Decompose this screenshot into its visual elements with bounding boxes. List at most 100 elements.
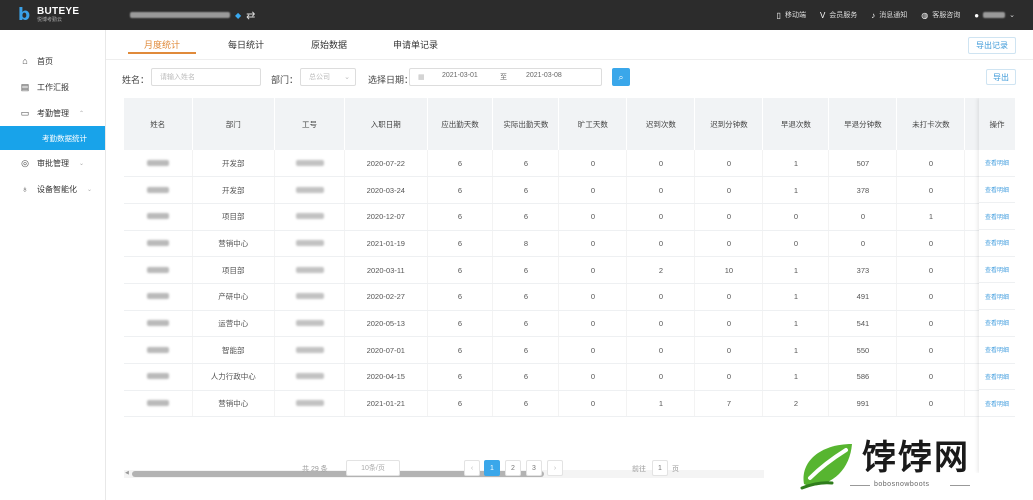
cell-early: 1 — [762, 363, 830, 391]
view-details-link[interactable]: 查看明细 — [979, 177, 1015, 204]
topbar-item-mobile[interactable]: ▯ 移动端 — [777, 10, 806, 20]
view-details-link[interactable]: 查看明细 — [979, 337, 1015, 364]
cell-actual: 6 — [492, 336, 560, 364]
table-row: 人力行政中心2020-04-1566000158600 — [124, 363, 1015, 391]
sidebar-item-label: 首页 — [37, 56, 53, 66]
cell-employee-id — [274, 256, 346, 284]
topbar-item-chat[interactable]: ◍ 客服咨询 — [921, 10, 960, 20]
cell-early: 1 — [762, 176, 830, 204]
cell-actual: 6 — [492, 390, 560, 418]
employee-id-redacted — [295, 239, 324, 246]
filter-bar: 姓名： 请输入姓名 部门： 总公司 ⌄ 选择日期： ▦ 2021-03-01 至… — [106, 68, 1033, 88]
tab-daily[interactable]: 每日统计 — [228, 38, 264, 51]
view-details-link[interactable]: 查看明细 — [979, 283, 1015, 311]
page-2-button[interactable]: 2 — [505, 460, 521, 476]
view-details-link[interactable]: 查看明细 — [979, 257, 1015, 284]
table-header: 姓名 部门 工号 入职日期 应出勤天数 实际出勤天数 旷工天数 迟到次数 迟到分钟数 早退次数 早退… — [124, 98, 1015, 150]
sidebar-item-attendance[interactable]: ▭ 考勤管理 ⌃ — [0, 100, 105, 126]
page-1-button[interactable]: 1 — [484, 460, 500, 476]
tab-requests[interactable]: 申请单记录 — [393, 38, 438, 51]
topbar-item-bell[interactable]: ♪ 消息通知 — [871, 10, 907, 20]
view-details-link[interactable]: 查看明细 — [979, 390, 1015, 417]
cell-date: 2021-01-19 — [344, 230, 428, 258]
cell-late: 0 — [626, 230, 696, 258]
chevron-down-icon: ⌄ — [87, 186, 93, 193]
org-switcher[interactable]: ◆ ⇄ — [130, 9, 255, 22]
cell-should: 6 — [427, 150, 494, 178]
cell-missed: 0 — [896, 256, 966, 284]
search-button[interactable]: ⌕ — [612, 68, 630, 86]
dept-label: 部门： — [271, 75, 299, 85]
logo-name: BUTEYE — [37, 6, 80, 17]
cell-absent: 0 — [558, 310, 628, 338]
cell-name — [124, 203, 193, 231]
tab-active-indicator — [128, 52, 196, 54]
topbar-item-label: 客服咨询 — [932, 12, 961, 19]
cell-date: 2020-02-27 — [344, 283, 428, 311]
vip-icon: V — [819, 10, 826, 20]
view-details-link[interactable]: 查看明细 — [979, 310, 1015, 337]
main-content: 月度统计 每日统计 原始数据 申请单记录 导出记录 姓名： 请输入姓名 部门： … — [106, 30, 1033, 500]
tab-raw-data[interactable]: 原始数据 — [311, 38, 347, 51]
cell-date: 2020-07-01 — [344, 336, 428, 364]
operation-column: 操作 查看明细 查看明细 查看明细 查看明细 查看明细 查看明细 查看明细 查看明细 查看明细查… — [979, 98, 1015, 473]
goto-page-input[interactable]: 1 — [652, 460, 668, 476]
date-end: 2021-03-08 — [526, 72, 562, 79]
sidebar-item-device[interactable]: ♁ 设备智能化 ⌄ — [0, 176, 105, 202]
topbar-item-label: 消息通知 — [879, 12, 908, 19]
cell-late-min: 0 — [694, 336, 764, 364]
cell-name — [124, 230, 193, 258]
chevron-down-icon: ⌄ — [79, 160, 85, 167]
cell-early-min: 586 — [828, 363, 898, 391]
employee-id-redacted — [295, 293, 324, 300]
cell-name — [124, 310, 193, 338]
cell-late-min: 10 — [694, 256, 764, 284]
cell-late-min: 0 — [694, 230, 764, 258]
sidebar-item-home[interactable]: ⌂ 首页 — [0, 48, 105, 74]
cell-missed: 0 — [896, 310, 966, 338]
view-details-link[interactable]: 查看明细 — [979, 364, 1015, 391]
sidebar-item-approval[interactable]: ◎ 审批管理 ⌄ — [0, 150, 105, 176]
cell-date: 2020-07-22 — [344, 150, 428, 178]
employee-name-redacted — [146, 400, 169, 407]
employee-id-redacted — [295, 400, 324, 407]
page-3-button[interactable]: 3 — [526, 460, 542, 476]
view-details-link[interactable]: 查看明细 — [979, 230, 1015, 257]
prev-page-button[interactable]: ‹ — [464, 460, 480, 476]
cell-dept: 营销中心 — [192, 390, 275, 418]
watermark-url: bobosnowboots — [874, 481, 930, 488]
employee-name-redacted — [146, 266, 169, 273]
watermark-text: 饽饽网 — [862, 438, 970, 478]
user-menu[interactable]: ● ⌄ — [974, 11, 1015, 20]
export-button[interactable]: 导出 — [986, 69, 1016, 85]
employee-name-redacted — [146, 293, 169, 300]
dept-select[interactable]: 总公司 ⌄ — [300, 68, 356, 86]
cell-dept: 运营中心 — [192, 310, 275, 338]
cell-late: 1 — [626, 390, 696, 418]
cell-early-min: 507 — [828, 150, 898, 178]
view-details-link[interactable]: 查看明细 — [979, 150, 1015, 177]
cell-should: 6 — [427, 230, 494, 258]
cell-absent: 0 — [558, 363, 628, 391]
cell-employee-id — [274, 336, 346, 364]
tab-monthly[interactable]: 月度统计 — [144, 38, 180, 51]
cell-employee-id — [274, 283, 346, 311]
cell-early: 1 — [762, 310, 830, 338]
cell-early-min: 541 — [828, 310, 898, 338]
topbar-item-label: 移动端 — [784, 12, 806, 19]
page-size-select[interactable]: 10条/页 — [346, 460, 400, 476]
cell-name — [124, 176, 193, 204]
name-input[interactable]: 请输入姓名 — [151, 68, 261, 86]
cell-employee-id — [274, 390, 346, 418]
next-page-button[interactable]: › — [547, 460, 563, 476]
topbar-item-vip[interactable]: V 会员服务 — [820, 10, 857, 20]
column-header: 迟到次数 — [626, 98, 696, 150]
export-records-button[interactable]: 导出记录 — [968, 37, 1016, 54]
sidebar-item-attendance-stats[interactable]: 考勤数据统计 — [0, 126, 105, 150]
view-details-link[interactable]: 查看明细 — [979, 203, 1015, 231]
cell-dept: 人力行政中心 — [192, 363, 275, 391]
sidebar-item-report[interactable]: ▤ 工作汇报 — [0, 74, 105, 100]
cell-date: 2021-01-21 — [344, 390, 428, 418]
logo[interactable]: b BUTEYE 悦博考勤云 — [0, 0, 106, 30]
swap-icon[interactable]: ⇄ — [246, 9, 255, 22]
